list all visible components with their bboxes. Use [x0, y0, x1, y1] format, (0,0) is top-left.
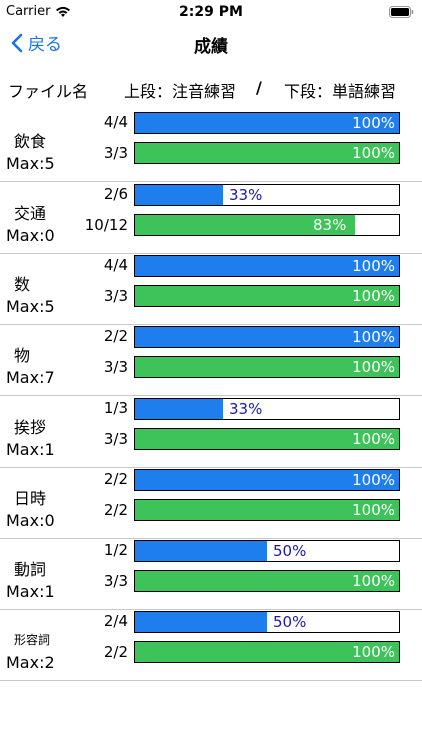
lower-score: 3/3 [103, 144, 128, 162]
category-row: 数 Max:5 4/4 100% 3/3 100% [0, 253, 422, 325]
lower-progress-bar: 100% [134, 142, 400, 164]
upper-progress-bar: 100% [134, 469, 400, 491]
progress-percent: 100% [352, 144, 395, 162]
page-title: 成績 [194, 37, 228, 57]
progress-percent: 100% [352, 572, 395, 590]
navigation-bar: 戻る 成績 [0, 24, 422, 64]
battery-icon [389, 6, 414, 18]
upper-progress-bar: 50% [134, 540, 400, 562]
category-row: 交通 Max:0 2/6 33% 10/12 83% [0, 182, 422, 254]
lower-score: 3/3 [103, 430, 128, 448]
category-row: 形容詞 Max:2 2/4 50% 2/2 100% [0, 609, 422, 681]
progress-percent: 100% [352, 430, 395, 448]
category-row: 日時 Max:0 2/2 100% 2/2 100% [0, 467, 422, 539]
progress-percent: 33% [229, 400, 263, 418]
lower-score: 2/2 [103, 643, 128, 661]
progress-percent: 33% [229, 186, 263, 204]
category-row: 挨拶 Max:1 1/3 33% 3/3 100% [0, 396, 422, 468]
column-header: ファイル名 上段：注音練習 / 下段：単語練習 [0, 76, 422, 101]
progress-fill [135, 612, 267, 632]
upper-progress-bar: 33% [134, 398, 400, 420]
upper-progress-bar: 100% [134, 112, 400, 134]
upper-score: 2/2 [103, 327, 128, 345]
progress-percent: 50% [273, 613, 307, 631]
status-bar: Carrier 2:29 PM [0, 0, 422, 24]
progress-percent: 100% [352, 328, 395, 346]
status-time: 2:29 PM [179, 4, 243, 20]
progress-percent: 50% [273, 542, 307, 560]
upper-progress-bar: 100% [134, 255, 400, 277]
lower-score: 10/12 [84, 216, 128, 234]
lower-score: 3/3 [103, 572, 128, 590]
progress-fill [135, 185, 223, 205]
upper-score: 4/4 [103, 113, 128, 131]
lower-progress-bar: 100% [134, 499, 400, 521]
lower-progress-bar: 100% [134, 356, 400, 378]
header-upper-label: 上段：注音練習 [124, 82, 237, 101]
header-lower-label: 下段：単語練習 [284, 82, 397, 101]
lower-score: 3/3 [103, 358, 128, 376]
progress-percent: 100% [352, 358, 395, 376]
progress-fill [135, 399, 223, 419]
progress-percent: 100% [352, 114, 395, 132]
lower-progress-bar: 100% [134, 570, 400, 592]
lower-progress-bar: 100% [134, 428, 400, 450]
category-row: 物 Max:7 2/2 100% 3/3 100% [0, 324, 422, 396]
upper-score: 1/3 [103, 399, 128, 417]
upper-score: 1/2 [103, 541, 128, 559]
lower-progress-bar: 100% [134, 641, 400, 663]
progress-percent: 83% [313, 216, 347, 234]
upper-progress-bar: 100% [134, 326, 400, 348]
lower-progress-bar: 100% [134, 285, 400, 307]
upper-progress-bar: 50% [134, 611, 400, 633]
lower-progress-bar: 83% [134, 214, 400, 236]
upper-score: 2/4 [103, 612, 128, 630]
lower-score: 2/2 [103, 501, 128, 519]
progress-percent: 100% [352, 257, 395, 275]
header-file-name: ファイル名 [8, 82, 89, 101]
progress-percent: 100% [352, 501, 395, 519]
upper-score: 2/6 [103, 185, 128, 203]
upper-score: 2/2 [103, 470, 128, 488]
lower-score: 3/3 [103, 287, 128, 305]
category-row: 動詞 Max:1 1/2 50% 3/3 100% [0, 538, 422, 610]
header-slash: / [256, 78, 262, 97]
upper-progress-bar: 33% [134, 184, 400, 206]
progress-percent: 100% [352, 643, 395, 661]
progress-fill [135, 541, 267, 561]
progress-percent: 100% [352, 287, 395, 305]
category-row: 飲食 Max:5 4/4 100% 3/3 100% [0, 110, 422, 182]
progress-percent: 100% [352, 471, 395, 489]
upper-score: 4/4 [103, 256, 128, 274]
